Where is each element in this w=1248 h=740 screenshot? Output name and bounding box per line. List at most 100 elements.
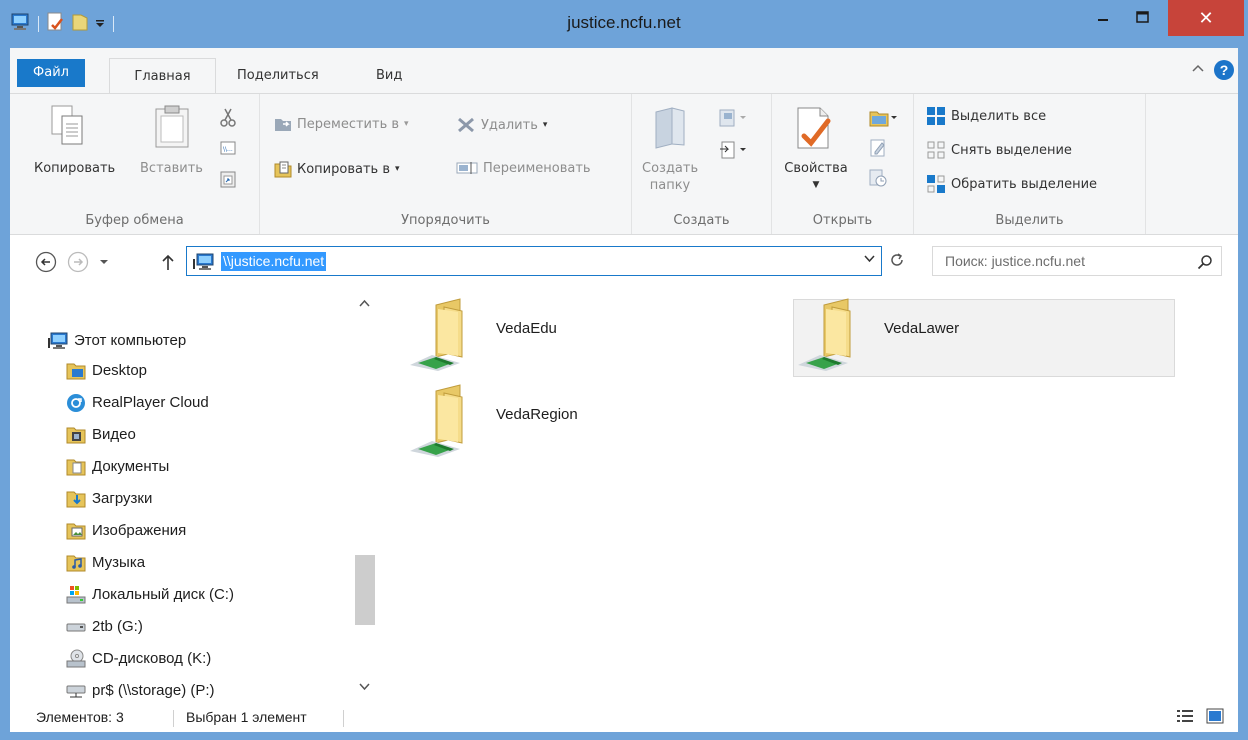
help-icon[interactable]: ? — [1214, 60, 1234, 80]
details-view-icon[interactable] — [1176, 708, 1194, 728]
move-to-icon — [275, 119, 291, 131]
delete-dropdown-icon: ▾ — [542, 120, 548, 130]
nav-pane-scrollbar[interactable] — [353, 289, 377, 702]
search-box[interactable] — [932, 246, 1222, 276]
copy-button[interactable]: Копировать — [34, 160, 115, 177]
scroll-down-icon[interactable] — [359, 681, 370, 694]
status-divider — [173, 710, 174, 727]
new-folder-quick-icon[interactable] — [71, 12, 89, 36]
properties-quick-icon[interactable] — [47, 12, 65, 36]
folder-name: VedaRegion — [496, 405, 578, 423]
tree-item-local-disk-c[interactable]: Локальный диск (C:) — [66, 580, 234, 610]
customize-qat-icon[interactable] — [95, 17, 105, 32]
select-all-icon — [927, 107, 945, 125]
edit-icon[interactable] — [868, 138, 888, 162]
tree-item-documents[interactable]: Документы — [66, 452, 169, 482]
navigation-pane: Этот компьютер Desktop RealPlayer Cloud … — [10, 289, 380, 702]
title-bar[interactable]: justice.ncfu.net ✕ — [0, 0, 1248, 48]
quick-access-toolbar — [10, 12, 116, 36]
properties-label: Свойства — [784, 161, 848, 176]
tree-item-videos[interactable]: Видео — [66, 420, 136, 450]
cd-drive-icon — [66, 649, 86, 669]
refresh-icon — [891, 253, 903, 266]
ribbon-controls: ? — [1192, 60, 1234, 80]
realplayer-cloud-icon — [66, 393, 86, 413]
chevron-down-icon — [100, 260, 108, 264]
search-icon[interactable] — [1197, 254, 1213, 274]
delete-button[interactable]: Удалить ▾ — [456, 116, 547, 134]
new-item-icon[interactable] — [718, 108, 748, 132]
maximize-icon — [1135, 11, 1149, 23]
search-input[interactable] — [933, 247, 1183, 275]
computer-icon[interactable] — [10, 13, 30, 35]
up-button[interactable] — [156, 250, 180, 274]
copy-path-icon[interactable]: \\... — [220, 140, 236, 160]
easy-access-icon[interactable] — [718, 140, 748, 164]
folder-tile-vedaedu[interactable]: VedaEdu — [406, 297, 788, 379]
tree-item-realplayer-cloud[interactable]: RealPlayer Cloud — [66, 388, 209, 418]
large-icons-view-icon[interactable] — [1206, 708, 1224, 728]
minimize-button[interactable] — [1085, 0, 1121, 34]
rename-button[interactable]: Переименовать — [456, 160, 591, 176]
back-arrow-icon — [35, 251, 57, 273]
address-bar[interactable]: \\justice.ncfu.net — [186, 246, 882, 276]
back-button[interactable] — [34, 250, 58, 274]
cut-icon[interactable] — [220, 108, 236, 132]
maximize-button[interactable] — [1124, 0, 1160, 34]
address-path[interactable]: \\justice.ncfu.net — [221, 252, 327, 271]
tree-item-drive-g[interactable]: 2tb (G:) — [66, 612, 143, 642]
network-drive-icon — [66, 681, 86, 701]
item-count: Элементов: 3 — [36, 709, 124, 725]
delete-icon — [458, 117, 474, 133]
refresh-button[interactable] — [889, 252, 905, 272]
scrollbar-thumb[interactable] — [355, 555, 375, 625]
tree-item-music[interactable]: Музыка — [66, 548, 145, 578]
new-folder-button[interactable]: Создать папку — [642, 160, 698, 194]
copy-to-button[interactable]: Копировать в ▾ — [274, 160, 400, 178]
svg-text:\\...: \\... — [223, 146, 233, 153]
tree-item-pictures[interactable]: Изображения — [66, 516, 186, 546]
folder-tile-vedalawer[interactable]: VedaLawer — [793, 298, 1175, 377]
tree-item-label: Музыка — [92, 554, 146, 571]
select-none-button[interactable]: Снять выделение — [926, 140, 1072, 160]
address-dropdown-icon[interactable] — [864, 255, 875, 266]
rename-label: Переименовать — [483, 160, 591, 176]
paste-shortcut-icon[interactable] — [220, 170, 236, 192]
group-label-open: Открыть — [812, 213, 873, 228]
network-folder-icon — [406, 297, 476, 379]
close-button[interactable]: ✕ — [1168, 0, 1244, 36]
tree-item-network-drive-p[interactable]: pr$ (\\storage) (P:) — [66, 676, 215, 702]
properties-icon — [794, 106, 834, 154]
group-label-new: Создать — [673, 213, 730, 228]
collapse-ribbon-icon[interactable] — [1192, 63, 1204, 78]
tree-item-this-pc[interactable]: Этот компьютер — [48, 326, 186, 356]
forward-button[interactable] — [66, 250, 90, 274]
tree-item-cd-drive-k[interactable]: CD-дисковод (K:) — [66, 644, 211, 674]
folder-tile-vedaregion[interactable]: VedaRegion — [406, 384, 788, 463]
tab-home[interactable]: Главная — [109, 58, 216, 94]
tree-item-desktop[interactable]: Desktop — [66, 356, 147, 386]
tree-item-label: Изображения — [92, 522, 187, 539]
file-list: VedaEdu VedaLawer VedaRegion — [380, 289, 1238, 702]
scroll-up-icon[interactable] — [359, 297, 370, 310]
tree-item-label: Загрузки — [92, 490, 153, 507]
video-folder-icon — [66, 425, 86, 445]
tab-share[interactable]: Поделиться — [237, 58, 319, 94]
history-icon[interactable] — [868, 168, 888, 192]
copy-icon — [50, 104, 86, 152]
tab-view[interactable]: Вид — [376, 58, 402, 94]
invert-selection-button[interactable]: Обратить выделение — [926, 174, 1097, 194]
recent-locations-button[interactable] — [92, 250, 116, 274]
move-to-button[interactable]: Переместить в ▾ — [274, 116, 409, 132]
paste-button[interactable]: Вставить — [140, 160, 203, 177]
local-disk-icon — [66, 585, 86, 605]
group-label-organize: Упорядочить — [401, 213, 490, 228]
select-all-button[interactable]: Выделить все — [926, 106, 1046, 126]
open-icon[interactable] — [868, 108, 898, 132]
tab-file[interactable]: Файл — [17, 59, 85, 87]
tree-item-downloads[interactable]: Загрузки — [66, 484, 152, 514]
documents-folder-icon — [66, 457, 86, 477]
network-computer-icon — [193, 253, 215, 275]
downloads-folder-icon — [66, 489, 86, 509]
properties-button[interactable]: Свойства ▼ — [776, 160, 856, 194]
